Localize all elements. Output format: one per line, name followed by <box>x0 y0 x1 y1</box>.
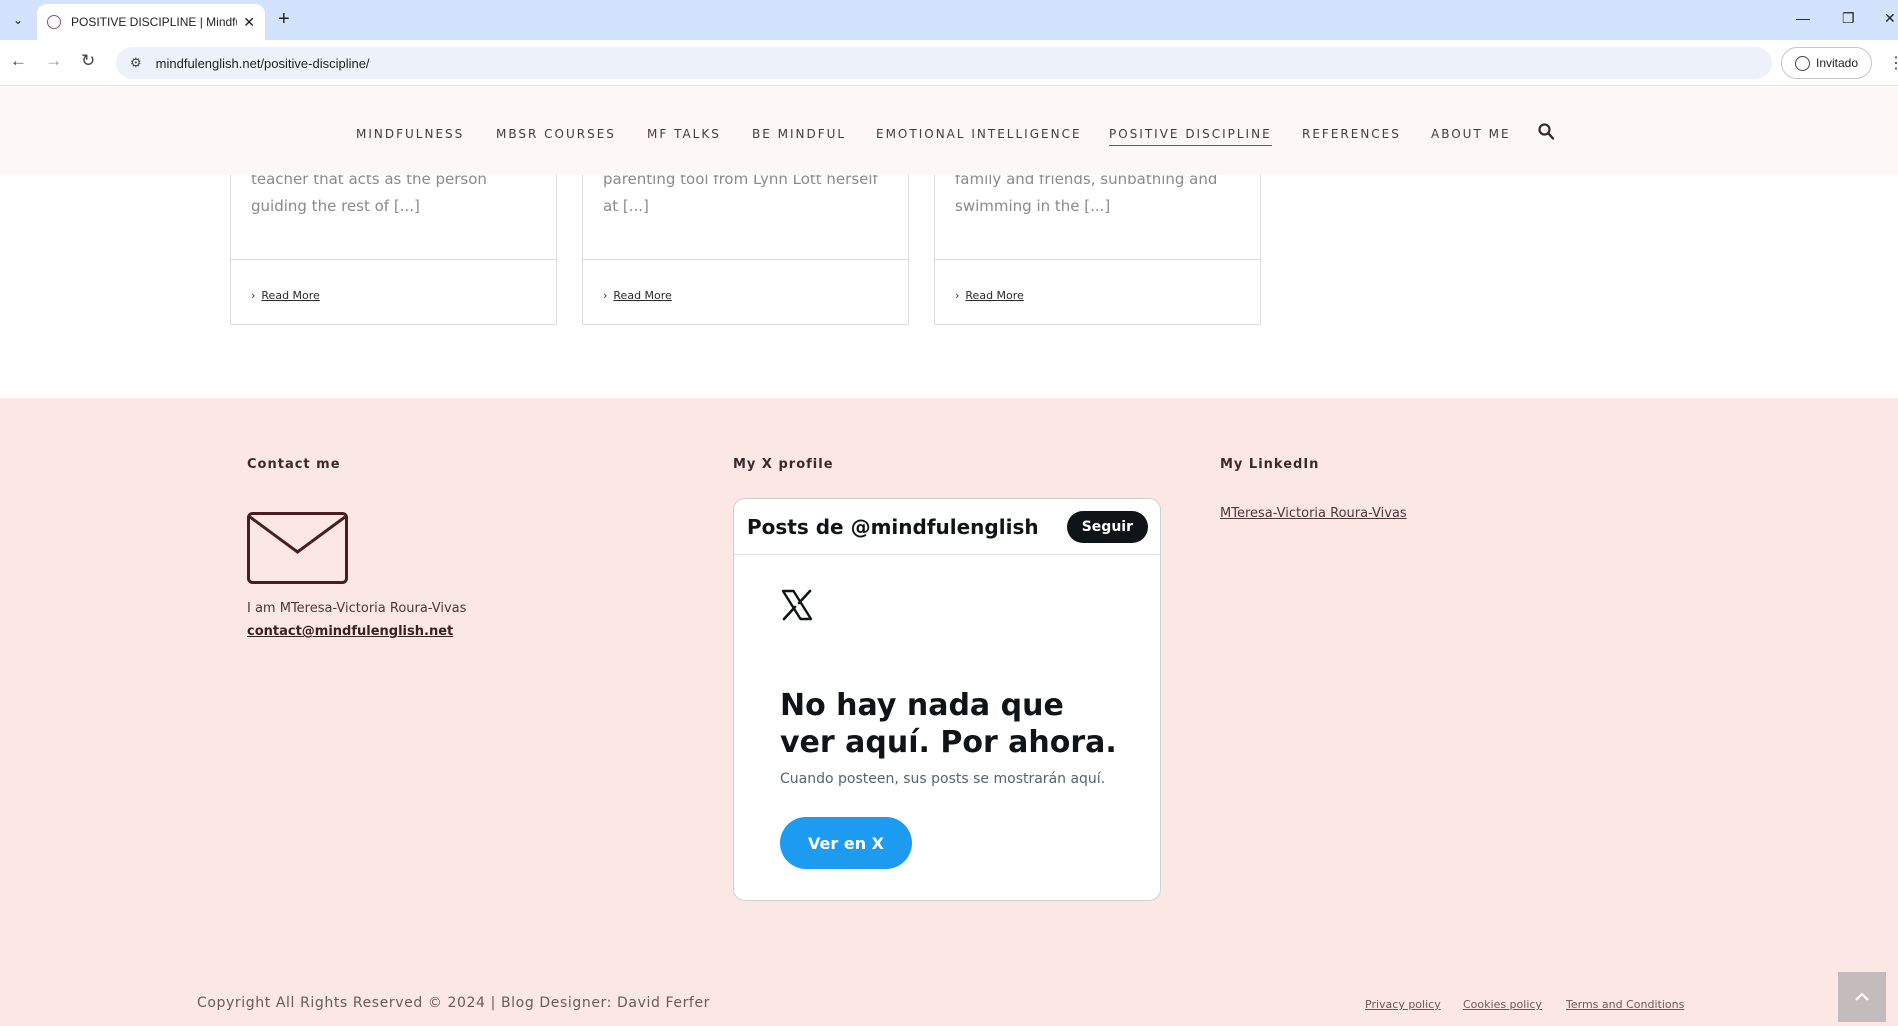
terms-link[interactable]: Terms and Conditions <box>1566 998 1684 1011</box>
minimize-icon[interactable]: — <box>1796 10 1810 26</box>
forward-icon[interactable]: → <box>45 51 62 71</box>
contact-text: I am MTeresa-Victoria Roura-Vivas <box>247 601 467 616</box>
profile-avatar-icon <box>1794 55 1810 71</box>
contact-heading: Contact me <box>247 457 341 472</box>
linkedin-link[interactable]: MTeresa-Victoria Roura-Vivas <box>1220 506 1407 521</box>
chevron-right-icon: › <box>251 289 256 302</box>
browser-tab[interactable]: POSITIVE DISCIPLINE | Mindfulness ✕ <box>37 4 265 40</box>
post-card: family and friends, sunbathing and swimm… <box>934 150 1261 325</box>
post-card: parenting tool from Lynn Lott herself at… <box>582 150 909 325</box>
browser-tabbar: ⌄ POSITIVE DISCIPLINE | Mindfulness ✕ + … <box>0 0 1898 40</box>
x-logo-icon <box>781 589 813 621</box>
new-tab-icon[interactable]: + <box>278 8 290 31</box>
reload-icon[interactable]: ↻ <box>81 51 95 71</box>
contact-email-link[interactable]: contact@mindfulenglish.net <box>247 624 453 639</box>
tab-search-chevron-icon[interactable]: ⌄ <box>6 9 30 31</box>
nav-item-positive-discipline[interactable]: POSITIVE DISCIPLINE <box>1109 127 1272 146</box>
post-card: teacher that acts as the person guiding … <box>230 150 557 325</box>
copyright-text: Copyright All Rights Reserved © 2024 | B… <box>197 995 711 1011</box>
read-more-link[interactable]: › Read More <box>603 289 672 302</box>
chevron-right-icon: › <box>603 289 608 302</box>
tab-title: POSITIVE DISCIPLINE | Mindfulness <box>71 15 237 29</box>
chevron-up-icon <box>1855 992 1869 1001</box>
nav-item-emotional-intelligence[interactable]: EMOTIONAL INTELLIGENCE <box>876 127 1082 141</box>
close-tab-icon[interactable]: ✕ <box>243 14 255 31</box>
nav-item-references[interactable]: REFERENCES <box>1302 127 1401 141</box>
nav-item-mf-talks[interactable]: MF TALKS <box>647 127 721 141</box>
site-settings-icon[interactable]: ⚙ <box>130 55 142 71</box>
x-timeline-widget: Posts de @mindfulenglish Seguir No hay n… <box>733 498 1161 901</box>
nav-item-be-mindful[interactable]: BE MINDFUL <box>752 127 846 141</box>
scroll-to-top-button[interactable] <box>1838 972 1886 1022</box>
linkedin-heading: My LinkedIn <box>1220 457 1320 472</box>
search-icon[interactable] <box>1538 123 1554 141</box>
card-divider <box>231 259 556 260</box>
follow-button[interactable]: Seguir <box>1066 510 1148 543</box>
site-favicon-icon <box>47 15 61 29</box>
site-navigation: MINDFULNESS MBSR COURSES MF TALKS BE MIN… <box>0 87 1898 175</box>
envelope-icon <box>247 512 348 584</box>
browser-toolbar: ← → ↻ ⚙ mindfulenglish.net/positive-disc… <box>0 40 1898 86</box>
read-more-label: Read More <box>261 289 320 302</box>
card-divider <box>583 259 908 260</box>
restore-icon[interactable]: ❐ <box>1842 10 1855 27</box>
empty-state-subtitle: Cuando posteen, sus posts se mostrarán a… <box>780 771 1106 787</box>
cookies-policy-link[interactable]: Cookies policy <box>1463 998 1542 1011</box>
read-more-label: Read More <box>965 289 1024 302</box>
nav-item-about-me[interactable]: ABOUT ME <box>1431 127 1511 141</box>
empty-state-title: No hay nada que ver aquí. Por ahora. <box>780 688 1117 760</box>
privacy-policy-link[interactable]: Privacy policy <box>1365 998 1441 1011</box>
nav-item-mindfulness[interactable]: MINDFULNESS <box>356 127 464 141</box>
x-profile-heading: My X profile <box>733 457 834 472</box>
close-window-icon[interactable]: ✕ <box>1884 10 1896 27</box>
x-widget-title: Posts de @mindfulenglish <box>747 514 1039 539</box>
back-icon[interactable]: ← <box>10 51 27 71</box>
address-bar[interactable]: ⚙ mindfulenglish.net/positive-discipline… <box>116 47 1772 79</box>
url-text[interactable]: mindfulenglish.net/positive-discipline/ <box>156 56 370 71</box>
nav-item-mbsr-courses[interactable]: MBSR COURSES <box>496 127 616 141</box>
profile-label: Invitado <box>1815 56 1859 70</box>
profile-button[interactable]: Invitado <box>1781 47 1872 79</box>
browser-menu-icon[interactable]: ⋮ <box>1888 53 1898 73</box>
view-on-x-button[interactable]: Ver en X <box>780 817 912 869</box>
read-more-link[interactable]: › Read More <box>955 289 1024 302</box>
read-more-label: Read More <box>613 289 672 302</box>
site-footer: Contact me I am MTeresa-Victoria Roura-V… <box>0 398 1898 1026</box>
x-widget-header: Posts de @mindfulenglish Seguir <box>734 499 1160 555</box>
chevron-right-icon: › <box>955 289 960 302</box>
card-divider <box>935 259 1260 260</box>
read-more-link[interactable]: › Read More <box>251 289 320 302</box>
